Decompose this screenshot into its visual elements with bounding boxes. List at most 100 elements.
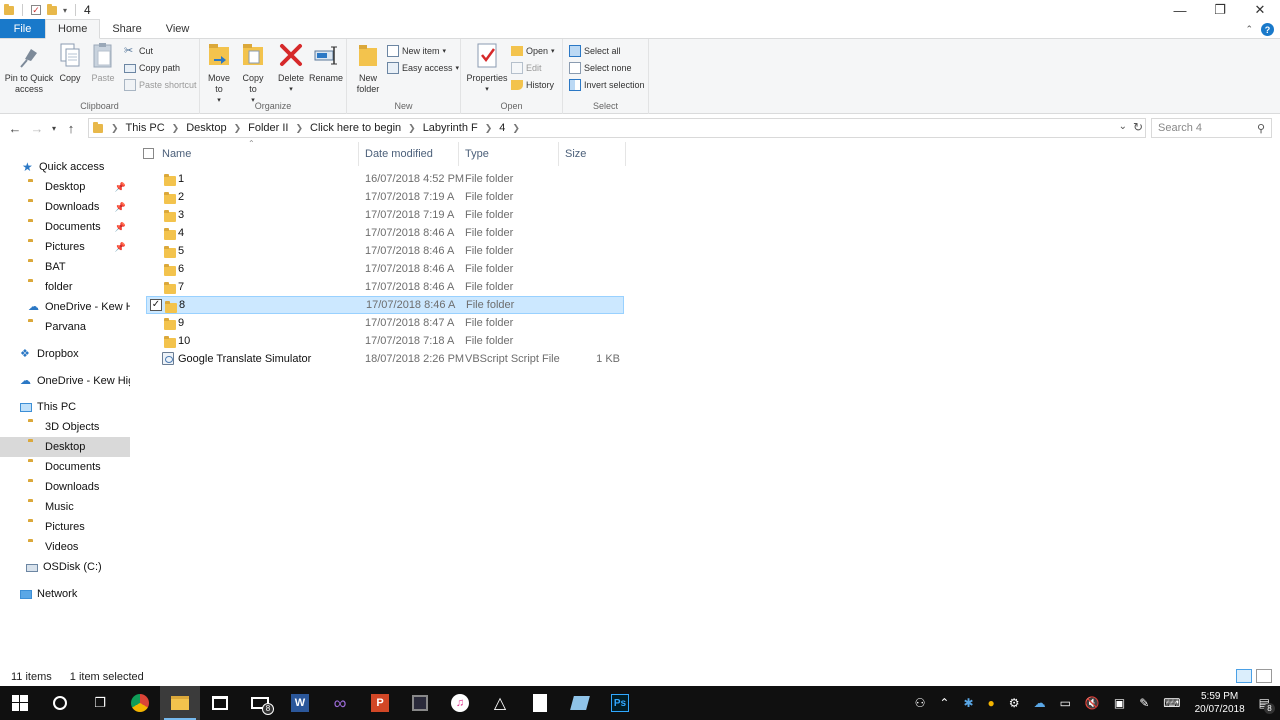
nav-quick-desktop[interactable]: Desktop 📌 <box>28 177 130 197</box>
clock[interactable]: 5:59 PM 20/07/2018 <box>1195 690 1245 716</box>
file-row[interactable]: 9 17/07/2018 8:47 A File folder <box>146 314 624 332</box>
breadcrumb-labyrinth[interactable]: Labyrinth F <box>418 122 483 134</box>
open-button[interactable]: Open ▾ <box>511 43 555 59</box>
file-row[interactable]: 2 17/07/2018 7:19 A File folder <box>146 188 624 206</box>
easy-access-button[interactable]: Easy access ▾ <box>387 60 459 76</box>
nav-quick-onedrive[interactable]: ☁ OneDrive - Kew Hig <box>28 297 130 317</box>
nav-network[interactable]: Network <box>20 584 130 604</box>
cut-button[interactable]: ✂ Cut <box>124 43 153 59</box>
nav-desktop[interactable]: Desktop <box>0 437 130 457</box>
action-center-icon[interactable]: ▤ 8 <box>1259 696 1275 714</box>
file-row-selected[interactable]: ✓ 8 17/07/2018 8:46 A File folder <box>146 296 624 314</box>
tab-file[interactable]: File <box>0 19 45 38</box>
new-folder-icon[interactable] <box>47 3 57 15</box>
move-to-button[interactable]: Move to ▾ <box>206 41 232 106</box>
address-dropdown-icon[interactable]: ⌄ <box>1119 121 1127 132</box>
start-button[interactable] <box>0 686 40 720</box>
nav-quick-parvana[interactable]: Parvana <box>28 317 130 337</box>
pen-icon[interactable]: ✎ <box>1139 696 1149 710</box>
details-view-icon[interactable] <box>1236 669 1252 683</box>
customize-chevron-icon[interactable]: ▾ <box>63 6 67 15</box>
file-row[interactable]: 5 17/07/2018 8:46 A File folder <box>146 242 624 260</box>
people-icon[interactable]: ⚇ <box>915 696 926 710</box>
taskbar-app-dark[interactable] <box>400 686 440 720</box>
nav-music[interactable]: Music <box>28 497 130 517</box>
tab-home[interactable]: Home <box>45 19 101 39</box>
nav-osdisk[interactable]: OSDisk (C:) <box>26 557 130 577</box>
new-item-button[interactable]: New item ▾ <box>387 43 446 59</box>
column-header-name[interactable]: Name <box>138 142 359 166</box>
taskbar-word[interactable]: W <box>280 686 320 720</box>
file-row[interactable]: 7 17/07/2018 8:46 A File folder <box>146 278 624 296</box>
column-header-type[interactable]: Type <box>459 142 559 166</box>
help-icon[interactable]: ? <box>1261 23 1274 36</box>
chrome-tray-icon[interactable]: ● <box>988 696 995 710</box>
file-row[interactable]: 6 17/07/2018 8:46 A File folder <box>146 260 624 278</box>
forward-button[interactable]: → <box>26 121 48 136</box>
nav-dropbox[interactable]: ❖ Dropbox <box>20 344 130 364</box>
new-folder-button[interactable]: New folder <box>353 41 383 95</box>
paste-button[interactable]: Paste <box>88 41 118 84</box>
file-row[interactable]: 3 17/07/2018 7:19 A File folder <box>146 206 624 224</box>
nav-onedrive[interactable]: ☁ OneDrive - Kew High <box>20 371 130 391</box>
refresh-icon[interactable]: ↻ <box>1133 120 1143 134</box>
search-input[interactable]: Search 4 ⚲ <box>1151 118 1272 138</box>
breadcrumb-folder-ii[interactable]: Folder II <box>243 122 293 134</box>
select-none-button[interactable]: Select none <box>569 60 632 76</box>
column-header-size[interactable]: Size <box>559 142 626 166</box>
network-tray-icon[interactable]: ▣ <box>1114 696 1125 710</box>
select-all-button[interactable]: Select all <box>569 43 621 59</box>
properties-button[interactable]: Properties ▾ <box>465 41 509 95</box>
taskbar-photoshop[interactable]: Ps <box>600 686 640 720</box>
minimize-button[interactable]: — <box>1160 0 1200 20</box>
breadcrumb-4[interactable]: 4 <box>494 122 510 134</box>
nav-downloads[interactable]: Downloads <box>28 477 130 497</box>
tray-app-icon[interactable]: ⚙ <box>1009 696 1020 710</box>
recent-locations-icon[interactable]: ▾ <box>48 124 60 133</box>
tab-share[interactable]: Share <box>100 19 153 38</box>
edit-button[interactable]: Edit <box>511 60 542 76</box>
taskbar-app-blue[interactable] <box>560 686 600 720</box>
file-row[interactable]: Google Translate Simulator 18/07/2018 2:… <box>146 350 624 368</box>
nav-quick-downloads[interactable]: Downloads 📌 <box>28 197 130 217</box>
nav-quick-documents[interactable]: Documents 📌 <box>28 217 130 237</box>
volume-muted-icon[interactable]: 🔇 <box>1085 696 1100 710</box>
nav-quick-bat[interactable]: BAT <box>28 257 130 277</box>
nav-quick-folder[interactable]: folder <box>28 277 130 297</box>
taskbar-itunes[interactable]: ♫ <box>440 686 480 720</box>
paste-shortcut-button[interactable]: Paste shortcut <box>124 77 197 93</box>
file-row[interactable]: 1 16/07/2018 4:52 PM File folder <box>146 170 624 188</box>
show-hidden-icons-chevron-icon[interactable]: ⌃ <box>939 696 949 710</box>
file-row[interactable]: 4 17/07/2018 8:46 A File folder <box>146 224 624 242</box>
file-row[interactable]: 10 17/07/2018 7:18 A File folder <box>146 332 624 350</box>
taskbar-powerpoint[interactable]: P <box>360 686 400 720</box>
onedrive-tray-icon[interactable]: ☁ <box>1034 696 1046 710</box>
copy-button[interactable]: Copy <box>56 41 84 84</box>
nav-this-pc[interactable]: This PC <box>20 397 130 417</box>
taskbar-file-explorer[interactable] <box>160 686 200 720</box>
row-checkbox[interactable]: ✓ <box>150 299 162 311</box>
nav-documents[interactable]: Documents <box>28 457 130 477</box>
taskbar-visual-studio[interactable]: ∞ <box>320 686 360 720</box>
invert-selection-button[interactable]: Invert selection <box>569 77 645 93</box>
collapse-ribbon-icon[interactable]: ⌃ <box>1245 24 1253 35</box>
close-button[interactable]: ✕ <box>1240 0 1280 20</box>
column-header-date[interactable]: Date modified <box>359 142 459 166</box>
back-button[interactable]: ← <box>4 121 26 136</box>
task-view-button[interactable]: ❐ <box>80 686 120 720</box>
taskbar-notepad[interactable] <box>520 686 560 720</box>
breadcrumb-desktop[interactable]: Desktop <box>181 122 231 134</box>
pin-to-quick-access-button[interactable]: Pin to Quick access <box>4 41 54 95</box>
copy-to-button[interactable]: Copy to ▾ <box>240 41 266 106</box>
breadcrumb-this-pc[interactable]: This PC <box>121 122 170 134</box>
up-button[interactable]: ↑ <box>60 121 82 136</box>
delete-button[interactable]: Delete ▾ <box>276 41 306 95</box>
large-icons-view-icon[interactable] <box>1256 669 1272 683</box>
taskbar-mail[interactable]: 8 <box>240 686 280 720</box>
select-all-checkbox[interactable] <box>143 148 154 159</box>
nav-3d-objects[interactable]: 3D Objects <box>28 417 130 437</box>
address-bar[interactable]: ❯ This PC ❯ Desktop ❯ Folder II ❯ Click … <box>88 118 1146 138</box>
keyboard-icon[interactable]: ⌨ <box>1163 696 1180 710</box>
history-button[interactable]: History <box>511 77 554 93</box>
tab-view[interactable]: View <box>154 19 202 38</box>
